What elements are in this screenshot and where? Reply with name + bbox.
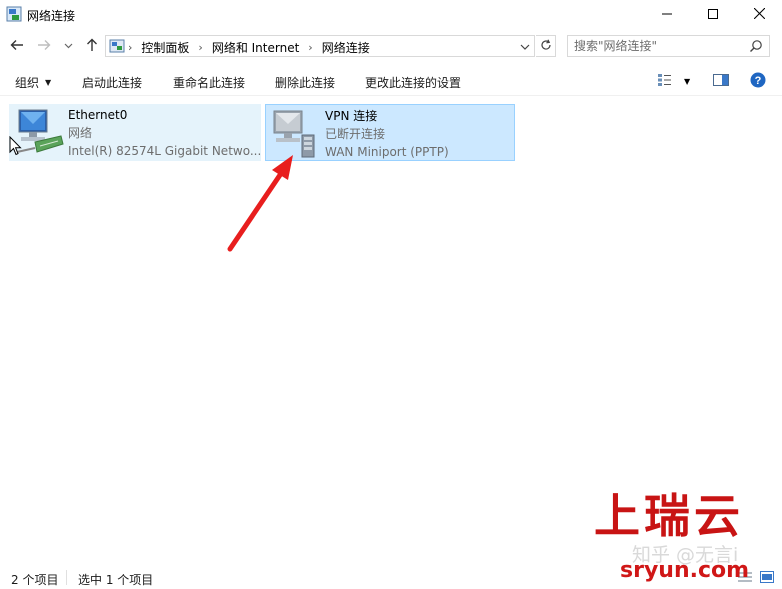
forward-button[interactable]	[36, 38, 52, 54]
search-icon[interactable]	[749, 39, 763, 53]
close-button[interactable]	[736, 0, 782, 30]
maximize-icon	[708, 8, 718, 22]
annotation-arrow-icon	[220, 150, 300, 258]
breadcrumb-network-connections[interactable]: 网络连接	[322, 39, 370, 56]
view-list-icon	[658, 73, 674, 90]
arrow-left-icon	[10, 38, 24, 55]
back-button[interactable]	[9, 38, 25, 54]
help-button[interactable]: ?	[750, 72, 766, 91]
search-box[interactable]	[567, 35, 770, 57]
connection-name: VPN 连接	[325, 109, 378, 123]
chevron-right-icon: ›	[128, 41, 133, 54]
watermark-url: sryun.com	[620, 558, 750, 583]
search-input[interactable]	[574, 38, 744, 54]
title-bar: 网络连接	[0, 0, 782, 30]
arrow-up-icon	[85, 38, 99, 55]
recent-locations-button[interactable]	[61, 38, 75, 54]
connection-item-vpn[interactable]: VPN 连接 已断开连接 WAN Miniport (PPTP)	[265, 104, 515, 161]
address-bar[interactable]: › 控制面板 › 网络和 Internet › 网络连接	[105, 35, 535, 57]
window-title: 网络连接	[27, 9, 76, 23]
start-connection-button[interactable]: 启动此连接	[82, 74, 142, 91]
chevron-right-icon[interactable]: ›	[198, 41, 202, 54]
network-connections-icon	[6, 6, 22, 22]
delete-connection-button[interactable]: 删除此连接	[275, 74, 335, 91]
connection-device: WAN Miniport (PPTP)	[325, 145, 449, 159]
connection-status: 网络	[68, 126, 93, 140]
item-count: 2 个项目	[11, 573, 59, 587]
large-icons-view-button[interactable]	[760, 571, 774, 586]
organize-label: 组织	[15, 76, 40, 90]
selected-count: 选中 1 个项目	[78, 573, 154, 587]
chevron-right-icon[interactable]: ›	[308, 41, 312, 54]
arrow-right-icon	[37, 38, 51, 55]
caret-down-icon: ▼	[45, 78, 52, 87]
preview-pane-icon	[713, 73, 729, 89]
minimize-icon	[662, 8, 672, 22]
watermark-logo: 上瑞云	[594, 489, 744, 543]
refresh-icon	[540, 39, 552, 54]
caret-down-icon: ▼	[684, 76, 691, 86]
refresh-button[interactable]	[536, 35, 556, 57]
svg-text:?: ?	[755, 75, 762, 87]
up-button[interactable]	[84, 38, 100, 54]
maximize-button[interactable]	[690, 0, 736, 30]
organize-menu[interactable]: 组织 ▼	[15, 74, 51, 91]
connection-name: Ethernet0	[68, 108, 128, 122]
help-icon: ?	[750, 72, 766, 91]
status-divider	[66, 570, 67, 585]
change-connection-settings-button[interactable]: 更改此连接的设置	[365, 74, 461, 91]
connection-status: 已断开连接	[325, 127, 386, 141]
chevron-down-icon	[64, 39, 73, 53]
view-options-button[interactable]: ▼	[658, 73, 690, 89]
command-bar: 组织 ▼ 启动此连接 重命名此连接 删除此连接 更改此连接的设置 ▼ ?	[0, 66, 782, 96]
mouse-cursor-icon	[9, 135, 22, 159]
breadcrumb: › 控制面板 › 网络和 Internet › 网络连接	[128, 39, 370, 56]
breadcrumb-control-panel[interactable]: 控制面板	[141, 39, 189, 56]
close-icon	[753, 7, 765, 22]
address-history-dropdown[interactable]	[520, 41, 530, 51]
preview-pane-button[interactable]	[713, 73, 729, 89]
breadcrumb-network-internet[interactable]: 网络和 Internet	[212, 39, 299, 56]
rename-connection-button[interactable]: 重命名此连接	[173, 74, 245, 91]
control-panel-icon	[109, 38, 125, 54]
minimize-button[interactable]	[644, 0, 690, 30]
